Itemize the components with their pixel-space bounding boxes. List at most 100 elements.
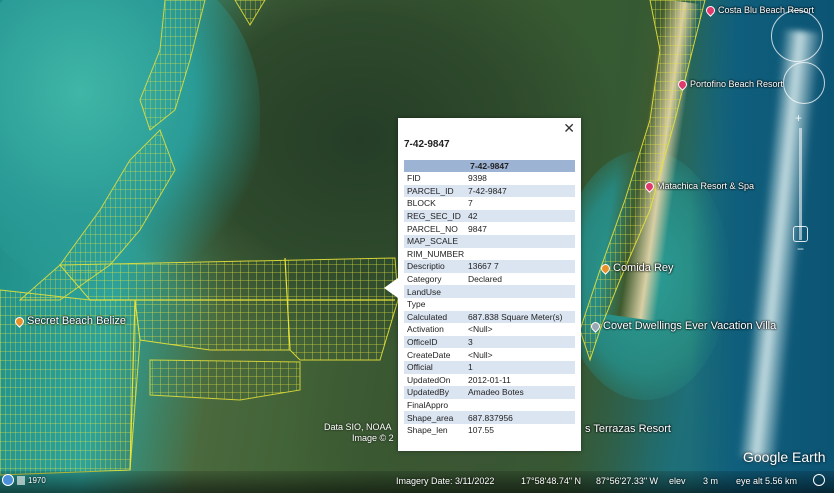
attribute-value: 9847 (468, 223, 487, 234)
attribute-value (465, 248, 575, 261)
attribute-table-header-row: 7-42-9847 (404, 160, 575, 172)
attribute-key: FID (407, 173, 421, 184)
attribute-key: PARCEL_NO (407, 223, 458, 234)
poi-secret-beach[interactable]: Secret Beach Belize (13, 314, 127, 328)
poi-label: Secret Beach Belize (27, 315, 127, 327)
historical-imagery-control[interactable]: 1970 (2, 473, 46, 487)
attribute-value (465, 234, 575, 248)
attribute-key: Category (407, 274, 442, 285)
imagery-date: Imagery Date: 3/11/2022 (396, 476, 495, 486)
attribute-key: Shape_len (407, 425, 448, 436)
restaurant-pin-icon (599, 261, 612, 275)
attribute-table: 7-42-9847 FID 9398 PARCEL_ID 7-42-9847 BLO… (404, 160, 575, 436)
table-row: Descriptio 13667 7 (404, 260, 575, 273)
elevation-label: elev (669, 476, 686, 486)
table-row: OfficeID 3 (404, 335, 575, 349)
table-row: UpdatedOn 2012-01-11 (404, 374, 575, 387)
attribute-value (465, 298, 575, 311)
parcel-block-south-strip (149, 359, 301, 401)
parcel-info-popup: ✕ 7-42-9847 7-42-9847 FID 9398 PARCEL_ID 7… (384, 118, 581, 451)
table-row: Type (404, 298, 575, 311)
attribute-key: UpdatedBy (404, 386, 465, 399)
lodging-pin-icon (589, 319, 602, 333)
attribute-key: UpdatedOn (407, 374, 451, 385)
table-row: MAP_SCALE (404, 234, 575, 248)
table-row: Calculated 687.838 Square Meter(s) (404, 310, 575, 324)
attribute-value: 7-42-9847 (465, 184, 575, 198)
attribute-value: Amadeo Botes (465, 386, 575, 399)
table-row: PARCEL_ID 7-42-9847 (404, 184, 575, 198)
table-row: CreateDate <Null> (404, 348, 575, 361)
attribution-line: Data SIO, NOAA (324, 422, 392, 432)
historical-imagery-icon[interactable] (2, 474, 14, 486)
poi-label: Comida Rey (613, 262, 674, 274)
attribute-value: 687.838 Square Meter(s) (465, 310, 575, 324)
longitude-readout: 87°56'27.33" W (596, 476, 659, 486)
poi-label: Covet Dwellings Ever Vacation Villa (603, 320, 777, 332)
attribute-value: 9398 (468, 173, 487, 184)
attribute-key: CreateDate (407, 349, 451, 360)
zoom-slider[interactable] (799, 128, 802, 240)
attribute-key: Descriptio (404, 260, 465, 273)
attribute-key: MAP_SCALE (404, 234, 465, 248)
timeline-marker (17, 475, 25, 485)
attribute-key: RIM_NUMBER (407, 248, 465, 259)
table-row: Official 1 (404, 360, 575, 374)
attribute-key: Type (407, 299, 426, 310)
look-joystick[interactable] (783, 62, 825, 104)
attribute-value: 3 (465, 335, 575, 349)
restaurant-pin-icon (13, 314, 26, 328)
table-row: RIM_NUMBER (404, 248, 575, 261)
table-row: FID 9398 (404, 172, 575, 185)
poi-label: Matachica Resort & Spa (657, 181, 755, 191)
attribute-value: 1 (465, 360, 575, 374)
poi-matachica[interactable]: Matachica Resort & Spa (643, 179, 755, 193)
popup-title: 7-42-9847 (404, 139, 450, 150)
attribute-value: 42 (465, 209, 575, 223)
attribution-line: Image © 2 (352, 433, 394, 443)
table-row: Shape_area 687.837956 (404, 411, 575, 424)
attribute-key: REG_SEC_ID (404, 209, 465, 223)
attribute-key: Official (404, 360, 465, 374)
attribute-key: BLOCK (407, 198, 436, 209)
tour-icon[interactable] (813, 474, 825, 486)
hotel-pin-icon (676, 77, 689, 91)
zoom-out-icon[interactable]: − (797, 242, 804, 256)
poi-label: Portofino Beach Resort (690, 79, 784, 89)
close-icon[interactable]: ✕ (563, 120, 575, 136)
elevation-value: 3 m (703, 476, 719, 486)
hotel-pin-icon (704, 3, 717, 17)
google-earth-logo: Google Earth (743, 449, 826, 465)
table-row: PARCEL_NO 9847 (404, 222, 575, 235)
attribute-value (465, 285, 575, 298)
compass-icon[interactable] (771, 10, 823, 62)
poi-comida-rey[interactable]: Comida Rey (599, 261, 674, 275)
table-row: Activation <Null> (404, 323, 575, 336)
table-row: REG_SEC_ID 42 (404, 209, 575, 223)
attribute-key: PARCEL_ID (404, 184, 465, 198)
attribute-value: <Null> (468, 324, 493, 335)
latitude-readout: 17°58'48.74" N (521, 476, 582, 486)
poi-terrazas[interactable]: s Terrazas Resort (585, 423, 671, 435)
attribute-key: OfficeID (404, 335, 465, 349)
poi-portofino[interactable]: Portofino Beach Resort (676, 77, 784, 91)
poi-covet[interactable]: Covet Dwellings Ever Vacation Villa (589, 319, 777, 333)
attribute-value: <Null> (468, 349, 493, 360)
attribute-value: 687.837956 (465, 411, 575, 424)
poi-label: s Terrazas Resort (585, 423, 671, 435)
attribute-key: Activation (407, 324, 444, 335)
attribute-key: Calculated (404, 310, 465, 324)
attribute-key: LandUse (404, 285, 465, 298)
attribute-value: 2012-01-11 (468, 374, 511, 385)
zoom-slider-handle[interactable] (793, 226, 808, 242)
zoom-in-icon[interactable]: + (795, 111, 802, 125)
table-row: FinalAppro (404, 399, 575, 412)
parcel-block-east-coast (579, 0, 706, 362)
table-row: Category Declared (404, 273, 575, 286)
table-row: UpdatedBy Amadeo Botes (404, 386, 575, 399)
timeline-year: 1970 (28, 475, 46, 485)
attribute-table-header: 7-42-9847 (404, 160, 575, 172)
parcel-block-north (139, 0, 266, 131)
attribute-value (465, 399, 575, 412)
table-row: LandUse (404, 285, 575, 298)
